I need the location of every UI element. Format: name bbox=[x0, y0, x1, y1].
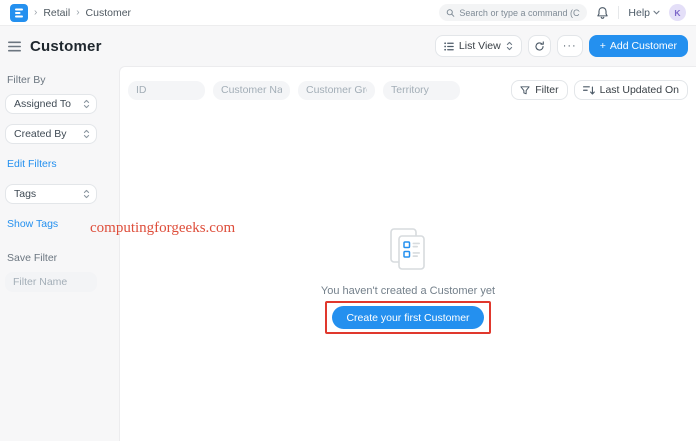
chevron-right-icon: › bbox=[76, 7, 79, 18]
page-header: Customer List View bbox=[0, 26, 696, 66]
filter-button-label: Filter bbox=[535, 84, 558, 96]
select-chevrons-icon bbox=[83, 129, 90, 139]
help-menu[interactable]: Help bbox=[628, 7, 660, 19]
navbar-right: Help K bbox=[439, 4, 686, 21]
list-toolbar: Filter Last Updated On bbox=[120, 80, 696, 100]
navbar-divider bbox=[618, 6, 619, 19]
ellipsis-icon: ··· bbox=[563, 41, 577, 52]
toolbar-right: Filter Last Updated On bbox=[511, 80, 688, 100]
page-header-left: Customer bbox=[8, 38, 102, 55]
empty-state: You haven't created a Customer yet Creat… bbox=[120, 227, 696, 334]
view-switcher-label: List View bbox=[459, 40, 501, 52]
help-label: Help bbox=[628, 7, 650, 19]
tags-select[interactable]: Tags bbox=[5, 184, 97, 204]
logo-glyph bbox=[13, 7, 25, 19]
breadcrumb: › Retail › Customer bbox=[34, 7, 131, 19]
add-customer-label: Add Customer bbox=[610, 40, 677, 52]
list-view-panel: Filter Last Updated On bbox=[119, 66, 696, 441]
breadcrumb-item-retail[interactable]: Retail bbox=[43, 7, 70, 19]
navbar: › Retail › Customer Help bbox=[0, 0, 696, 26]
column-filters bbox=[128, 81, 460, 100]
filter-by-label: Filter By bbox=[7, 74, 114, 86]
search-input[interactable] bbox=[459, 8, 580, 18]
sort-button-label: Last Updated On bbox=[600, 84, 679, 96]
sort-descending-icon bbox=[583, 85, 595, 96]
id-filter-input[interactable] bbox=[128, 81, 205, 100]
sidebar-toggle-icon[interactable] bbox=[8, 41, 21, 52]
customer-group-filter-input[interactable] bbox=[298, 81, 375, 100]
select-chevrons-icon bbox=[83, 99, 90, 109]
edit-filters-link[interactable]: Edit Filters bbox=[7, 158, 57, 170]
page-title: Customer bbox=[30, 38, 102, 55]
global-search[interactable] bbox=[439, 4, 587, 21]
chevron-right-icon: › bbox=[34, 7, 37, 18]
navbar-left: › Retail › Customer bbox=[10, 4, 131, 22]
chevron-down-icon bbox=[653, 10, 660, 15]
assigned-to-select[interactable]: Assigned To bbox=[5, 94, 97, 114]
erpnext-logo-icon[interactable] bbox=[10, 4, 28, 22]
territory-filter-input[interactable] bbox=[383, 81, 460, 100]
bell-icon[interactable] bbox=[596, 6, 609, 20]
assigned-to-label: Assigned To bbox=[14, 98, 71, 110]
list-view-icon bbox=[444, 42, 454, 51]
created-by-select[interactable]: Created By bbox=[5, 124, 97, 144]
filter-button[interactable]: Filter bbox=[511, 80, 567, 100]
customer-name-filter-input[interactable] bbox=[213, 81, 290, 100]
list-sidebar: Filter By Assigned To Created By Edit Fi… bbox=[0, 66, 119, 441]
created-by-label: Created By bbox=[14, 128, 67, 140]
page-header-actions: List View ··· + Add Customer bbox=[435, 35, 688, 57]
select-chevrons-icon bbox=[83, 189, 90, 199]
breadcrumb-item-customer[interactable]: Customer bbox=[86, 7, 132, 19]
refresh-icon bbox=[534, 41, 545, 52]
menu-button[interactable]: ··· bbox=[557, 35, 583, 57]
funnel-icon bbox=[520, 86, 530, 95]
erpnext-customer-list-window: › Retail › Customer Help bbox=[0, 0, 696, 441]
select-chevrons-icon bbox=[506, 41, 513, 51]
filter-name-input[interactable] bbox=[5, 272, 97, 292]
add-customer-button[interactable]: + Add Customer bbox=[589, 35, 688, 57]
save-filter-label: Save Filter bbox=[7, 252, 114, 264]
empty-state-message: You haven't created a Customer yet bbox=[321, 285, 495, 297]
refresh-button[interactable] bbox=[528, 35, 551, 57]
avatar-initial: K bbox=[674, 8, 680, 18]
red-highlight-annotation: Create your first Customer bbox=[325, 301, 490, 334]
empty-documents-icon bbox=[383, 227, 433, 275]
create-first-customer-button[interactable]: Create your first Customer bbox=[332, 306, 483, 329]
search-icon bbox=[446, 8, 455, 18]
tags-label: Tags bbox=[14, 188, 36, 200]
view-switcher-button[interactable]: List View bbox=[435, 35, 522, 57]
sort-button[interactable]: Last Updated On bbox=[574, 80, 688, 100]
plus-icon: + bbox=[600, 40, 606, 52]
user-avatar[interactable]: K bbox=[669, 4, 686, 21]
show-tags-link[interactable]: Show Tags bbox=[7, 218, 58, 230]
